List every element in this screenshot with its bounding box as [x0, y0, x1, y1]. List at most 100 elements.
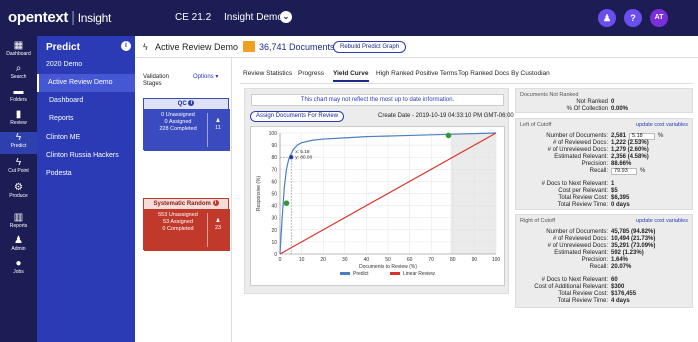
user-profile-icon[interactable]: ♟ [598, 9, 616, 27]
right-of-cutoff-box: Right of Cutoff update cost variables Nu… [515, 214, 693, 308]
sr-assigned: 53 Assigned [163, 219, 193, 225]
tab-progress[interactable]: Progress [298, 70, 324, 77]
stat-label: Estimated Relevant: [554, 250, 608, 256]
not-ranked-header: Documents Not Ranked [520, 92, 579, 98]
sr-users[interactable]: ♟ 23 [209, 218, 227, 232]
stat-label: Recall: [589, 264, 608, 270]
assign-documents-button[interactable]: Assign Documents For Review [250, 111, 345, 122]
stat-value: 20.07% [611, 264, 632, 270]
folder-icon: ▬ [13, 86, 24, 97]
y-tick-label: 10 [271, 240, 277, 246]
x-tick-label: 60 [407, 257, 413, 263]
cutoff-input[interactable]: 79.93 [611, 168, 637, 175]
stat-value: 1 [611, 181, 615, 187]
rail-item-dashboard[interactable]: ▦ Dashboard [0, 40, 37, 62]
brand-logo[interactable]: opentext | Insight [8, 9, 111, 26]
stat-label: # of Unreviewed Docs: [547, 147, 608, 153]
x-axis-label: Documents to Review (%) [359, 264, 417, 270]
legend-swatch-predict [340, 272, 350, 275]
rail-item-review[interactable]: ▮ Review [0, 109, 37, 131]
info-icon[interactable]: i [212, 200, 219, 207]
predict-item-reports[interactable]: Reports [37, 110, 135, 128]
tab-yield-curve[interactable]: Yield Curve [333, 70, 369, 82]
rail-item-cut-point[interactable]: ϟ Cut Point [0, 157, 37, 179]
brand-separator: | [71, 9, 75, 26]
yield-curve-panel: This chart may not reflect the most up t… [244, 88, 514, 294]
sr-title: Systematic Random [153, 201, 211, 207]
stat-value: $6,395 [611, 195, 630, 201]
predict-item-podesta[interactable]: Podesta [37, 165, 135, 183]
x-tick-label: 40 [364, 257, 370, 263]
avatar[interactable]: AT [650, 9, 668, 27]
rail-item-reports[interactable]: ▥ Reports [0, 212, 37, 234]
stat-value: 2,356 (4.58%) [611, 154, 649, 160]
sr-user-count: 23 [214, 225, 222, 231]
stat-label: Estimated Relevant: [554, 154, 608, 160]
stat-label: Number of Documents: [546, 229, 608, 235]
project-name[interactable]: Insight Demo [224, 12, 283, 23]
rail-item-folders[interactable]: ▬ Folders [0, 86, 37, 108]
update-cost-variables-link[interactable]: update cost variables [636, 122, 688, 128]
predict-item-clinton-me[interactable]: Clinton ME [37, 129, 135, 147]
systematic-random-card[interactable]: Systematic Random i 553 Unassigned 53 As… [143, 198, 230, 251]
rail-item-search[interactable]: ⌕ Search [0, 63, 37, 85]
create-date: Create Date - 2019-10-19 04:33:10 PM GMT… [378, 113, 514, 119]
stat-value: 0 [611, 99, 615, 105]
predict-item-dashboard[interactable]: Dashboard [37, 92, 135, 110]
predict-item-active-review-demo[interactable]: Active Review Demo [37, 74, 135, 92]
qc-card[interactable]: QC i 0 Unassigned 0 Assigned 228 Complet… [143, 98, 230, 151]
bolt-icon: ϟ [143, 42, 148, 52]
document-count[interactable]: 36,741 Documents [259, 42, 335, 52]
qc-card-header: QC i [144, 99, 228, 109]
stat-label: # of Reviewed Docs: [552, 236, 608, 242]
rail-item-admin[interactable]: ♟ Admin [0, 235, 37, 257]
predict-item-clinton-russia-hackers[interactable]: Clinton Russia Hackers [37, 147, 135, 165]
x-tick-label: 50 [385, 257, 391, 263]
qc-unassigned: 0 Unassigned [161, 112, 195, 118]
help-button[interactable]: ? [624, 9, 642, 27]
unit-label: % [640, 168, 646, 174]
chevron-down-icon[interactable]: ⌄ [280, 11, 292, 23]
y-tick-label: 40 [271, 204, 277, 210]
info-icon[interactable]: i [188, 100, 195, 107]
info-icon[interactable]: i [121, 41, 131, 51]
version-label: CE 21.2 [175, 12, 212, 23]
yield-curve-svg[interactable]: 0 10 20 30 40 50 60 70 80 90 100 0 10 20 30 40 50 60 70 80 9… [251, 127, 504, 285]
x-tick-label: 20 [320, 257, 326, 263]
rail-item-predict[interactable]: ϟ Predict [0, 132, 37, 154]
qc-users[interactable]: ♟ 11 [209, 118, 227, 132]
tab-divider [240, 83, 693, 84]
gears-icon: ⚙ [14, 182, 23, 193]
admin-icon: ♟ [14, 235, 23, 246]
rail-item-produce[interactable]: ⚙ Produce [0, 182, 37, 204]
stat-label: Total Review Cost: [558, 195, 608, 201]
stale-data-notice: This chart may not reflect the most up t… [251, 94, 504, 106]
y-tick-label: 100 [269, 131, 278, 137]
options-dropdown[interactable]: Options ▾ [193, 73, 218, 80]
stat-value: 60 [611, 277, 618, 283]
y-tick-label: 90 [271, 143, 277, 149]
qc-user-count: 11 [215, 125, 221, 131]
yield-curve-chart[interactable]: 0 10 20 30 40 50 60 70 80 90 100 0 10 20 30 40 50 60 70 80 9… [250, 126, 505, 286]
jobs-icon: ● [15, 258, 22, 269]
rebuild-graph-button[interactable]: Rebuild Predict Graph [333, 41, 407, 53]
predict-item-2020-demo[interactable]: 2020 Demo [37, 56, 135, 74]
cutoff-input[interactable]: 5.18 [629, 133, 655, 140]
y-tick-label: 60 [271, 179, 277, 185]
tab-review-statistics[interactable]: Review Statistics [243, 70, 292, 77]
x-tick-label: 30 [342, 257, 348, 263]
update-cost-variables-link[interactable]: update cost variables [636, 218, 688, 224]
x-tick-label: 100 [492, 257, 501, 263]
stat-value: $176,455 [611, 291, 637, 297]
tab-top-ranked-docs-by-custodian[interactable]: Top Ranked Docs By Custodian [458, 70, 550, 77]
y-axis-label: Responsive (%) [256, 176, 262, 212]
stat-value: 0 days [611, 202, 630, 208]
rail-item-jobs[interactable]: ● Jobs [0, 258, 37, 280]
stat-label: Precision: [581, 257, 608, 263]
right-cutoff-header: Right of Cutoff [520, 218, 556, 224]
review-icon: ▮ [15, 109, 22, 120]
tab-high-ranked-positive-terms[interactable]: High Ranked Positive Terms [376, 70, 458, 77]
x-tick-label: 0 [279, 257, 282, 263]
y-tick-label: 30 [271, 216, 277, 222]
stat-label: Precision: [581, 161, 608, 167]
